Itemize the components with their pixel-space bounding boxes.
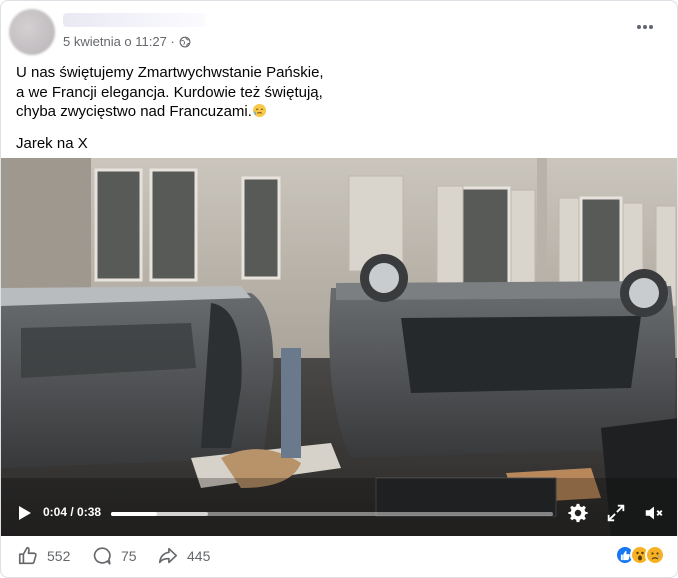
face-with-tear-emoji-icon <box>252 103 266 118</box>
video-player[interactable]: 0:04 / 0:38 <box>1 158 677 536</box>
post-meta: 5 kwietnia o 11:27 · <box>63 34 191 49</box>
post-text-line: chyba zwycięstwo nad Francuzami. <box>16 102 656 122</box>
video-progress-fill <box>111 512 158 516</box>
post-card: 5 kwietnia o 11:27 · U nas świętujemy Zm… <box>0 0 678 578</box>
video-controls: 0:04 / 0:38 <box>1 492 677 536</box>
like-button[interactable]: 552 <box>17 545 70 567</box>
avatar[interactable] <box>9 9 55 55</box>
post-text: U nas świętujemy Zmartwychwstanie Pański… <box>16 63 656 153</box>
more-options-icon[interactable] <box>633 15 657 39</box>
reactions-summary[interactable] <box>615 545 665 565</box>
sad-icon <box>645 545 665 565</box>
muted-speaker-icon[interactable] <box>643 502 665 524</box>
fullscreen-icon[interactable] <box>605 502 627 524</box>
comment-button[interactable]: 75 <box>91 545 137 567</box>
comment-bubble-icon <box>93 547 111 565</box>
post-signature: Jarek na X <box>16 134 88 152</box>
video-progress-bar[interactable] <box>111 512 553 516</box>
settings-gear-icon[interactable] <box>567 502 589 524</box>
like-count: 552 <box>47 548 71 564</box>
post-text-line: a we Francji elegancja. Kurdowie też świ… <box>16 83 323 101</box>
share-arrow-icon <box>158 547 178 564</box>
play-icon[interactable] <box>13 502 35 524</box>
author-name-blurred[interactable] <box>63 13 205 27</box>
share-count: 445 <box>187 548 211 564</box>
globe-icon <box>179 36 191 47</box>
comment-count: 75 <box>121 548 137 564</box>
thumbs-up-icon <box>18 546 37 565</box>
post-text-line-content: chyba zwycięstwo nad Francuzami. <box>16 103 252 120</box>
video-time: 0:04 / 0:38 <box>43 505 102 519</box>
video-frame <box>1 158 677 536</box>
post-footer: 552 75 445 <box>1 539 677 577</box>
post-text-line: U nas świętujemy Zmartwychwstanie Pański… <box>16 64 324 81</box>
share-button[interactable]: 445 <box>157 545 210 567</box>
post-header: 5 kwietnia o 11:27 · <box>1 1 677 61</box>
post-timestamp[interactable]: 5 kwietnia o 11:27 · <box>63 34 175 49</box>
